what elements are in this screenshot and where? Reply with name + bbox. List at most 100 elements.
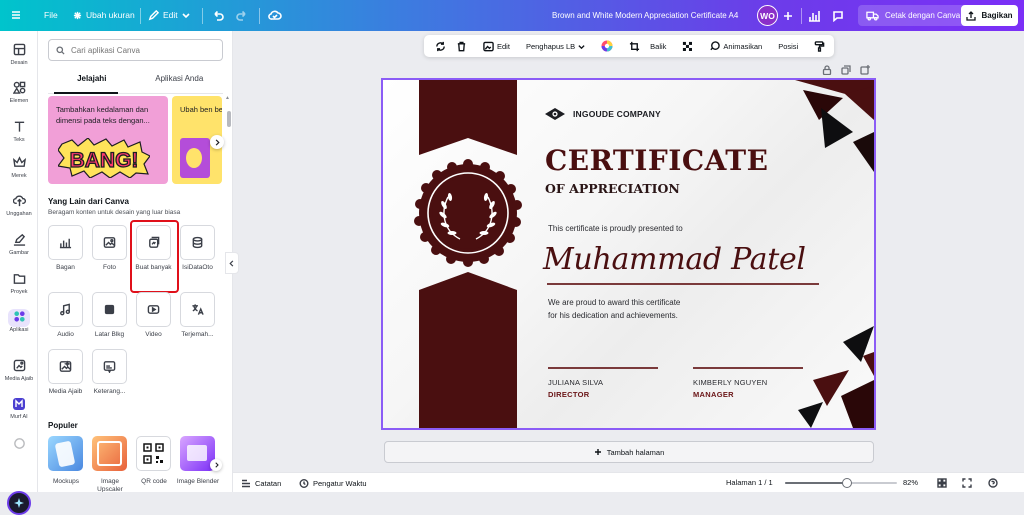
notes-button[interactable]: Catatan (241, 478, 281, 488)
certificate-subtitle[interactable]: OF APPRECIATION (545, 181, 680, 196)
signatory-2-role[interactable]: MANAGER (693, 390, 734, 399)
rail-item-murf-ai[interactable]: Murf AI (0, 396, 38, 420)
app-tile-autofill[interactable]: IsiDataOto (180, 225, 215, 272)
document-title[interactable]: Brown and White Modern Appreciation Cert… (552, 11, 738, 20)
app-tile-captions[interactable]: Keterang... (92, 349, 127, 396)
company-name[interactable]: INGOUDE COMPANY (545, 108, 661, 120)
certificate-title[interactable]: CERTIFICATE (545, 144, 768, 177)
position-button[interactable]: Posisi (773, 42, 803, 51)
rail-label: Teks (13, 137, 25, 143)
crop-button[interactable] (624, 41, 645, 52)
share-icon (966, 10, 977, 21)
app-tile-translate[interactable]: Terjemah... (180, 292, 215, 339)
app-label: Image Upscaler (97, 478, 123, 492)
zoom-slider-thumb[interactable] (841, 478, 852, 488)
app-thumb-image-upscaler[interactable] (92, 436, 127, 471)
app-thumb-qr-code[interactable] (136, 436, 171, 471)
flip-button[interactable]: Balik (645, 42, 671, 51)
undo-button[interactable] (206, 4, 230, 26)
recipient-name[interactable]: Muhammad Patel (543, 242, 806, 277)
tab-explore[interactable]: Jelajahi (48, 74, 136, 90)
chevron-right-icon (214, 462, 219, 468)
timer-button[interactable]: Pengatur Waktu (299, 478, 367, 488)
bg-remover-button[interactable]: Penghapus LB (521, 42, 590, 51)
file-menu[interactable]: File (38, 4, 64, 26)
rail-item-design[interactable]: Desain (0, 42, 38, 66)
promo-banner-text-depth[interactable]: Tambahkan kedalaman dan dimensi pada tek… (48, 96, 168, 184)
carousel-next-button[interactable] (210, 459, 222, 471)
search-input[interactable] (71, 45, 211, 55)
resize-button[interactable]: Ubah ukuran (67, 4, 141, 26)
search-box[interactable] (48, 39, 223, 61)
banner-art (186, 148, 202, 168)
chevron-down-icon (578, 44, 585, 49)
bar-chart-icon (809, 11, 820, 22)
award-text[interactable]: We are proud to award this certificate f… (548, 296, 768, 322)
avatar[interactable]: WO (757, 5, 778, 26)
text-icon (14, 121, 24, 132)
lock-icon[interactable] (822, 65, 832, 75)
rail-item-brand[interactable]: Merek (0, 155, 38, 179)
menu-button[interactable] (4, 4, 28, 26)
collapse-panel-button[interactable] (225, 252, 239, 274)
app-thumb-mockups[interactable] (48, 436, 83, 471)
signatory-2-name[interactable]: KIMBERLY NGUYEN (693, 378, 767, 387)
rail-label: Gambar (9, 250, 29, 256)
transparency-button[interactable] (677, 41, 698, 52)
zoom-slider[interactable] (785, 478, 897, 488)
rail-item-apps[interactable]: Aplikasi (0, 309, 38, 333)
edit-mode-button[interactable]: Edit (142, 4, 196, 26)
page-indicator[interactable]: Halaman 1 / 1 (726, 478, 773, 487)
scrollbar-thumb[interactable] (227, 111, 231, 127)
animate-button[interactable]: Animasikan (704, 40, 767, 52)
app-tile-audio[interactable]: Audio (48, 292, 83, 339)
rail-item-uploads[interactable]: Unggahan (0, 193, 38, 217)
copy-style-button[interactable] (809, 40, 830, 52)
insights-button[interactable] (802, 5, 826, 27)
app-tile-chart[interactable]: Bagan (48, 225, 83, 272)
fullscreen-button[interactable] (962, 478, 972, 488)
rail-item-more[interactable] (0, 436, 38, 454)
ribbon-top (419, 80, 517, 155)
print-with-canva-button[interactable]: Cetak dengan Canva (858, 5, 969, 26)
presented-text[interactable]: This certificate is proudly presented to (548, 224, 683, 233)
file-label: File (44, 10, 58, 20)
add-collaborator-button[interactable] (777, 5, 799, 27)
rail-item-draw[interactable]: Gambar (0, 232, 38, 256)
zoom-value[interactable]: 82% (903, 478, 918, 487)
blender-art (187, 445, 207, 461)
comments-button[interactable] (826, 5, 850, 27)
award-line-1: We are proud to award this certificate (548, 298, 681, 307)
grid-view-button[interactable] (937, 478, 947, 488)
signatory-1-role[interactable]: DIRECTOR (548, 390, 589, 399)
fullscreen-icon (962, 478, 972, 488)
carousel-next-button[interactable] (210, 135, 224, 149)
add-page-icon[interactable] (860, 65, 870, 75)
rail-item-elements[interactable]: Elemen (0, 80, 38, 104)
share-button[interactable]: Bagikan (961, 5, 1018, 26)
app-tile-video[interactable]: Video (136, 292, 171, 339)
magic-assistant-button[interactable] (7, 491, 31, 515)
add-page-button[interactable]: Tambah halaman (384, 441, 874, 463)
redo-button[interactable] (230, 4, 254, 26)
scroll-up-arrow[interactable]: ▲ (225, 95, 230, 101)
app-tile-background[interactable]: Latar Blkg (92, 292, 127, 339)
app-tile-magic-media[interactable]: Media Ajaib (48, 349, 83, 396)
cloud-save-button[interactable] (262, 4, 288, 26)
color-button[interactable] (596, 40, 618, 52)
divider (259, 8, 260, 24)
duplicate-icon[interactable] (841, 65, 851, 75)
shapes-icon (12, 81, 25, 94)
app-tile-photo[interactable]: Foto (92, 225, 127, 272)
edit-image-button[interactable]: Edit (478, 41, 515, 52)
page-tools (822, 65, 870, 75)
rail-item-projects[interactable]: Proyek (0, 271, 38, 295)
tab-your-apps[interactable]: Aplikasi Anda (136, 74, 224, 90)
rail-item-text[interactable]: Teks (0, 119, 38, 143)
replace-button[interactable] (430, 41, 451, 52)
rail-item-magic-media[interactable]: Media Ajaib (0, 358, 38, 382)
delete-button[interactable] (451, 41, 472, 52)
certificate-canvas[interactable]: INGOUDE COMPANY CERTIFICATE OF APPRECIAT… (381, 78, 876, 430)
help-button[interactable] (988, 478, 998, 488)
signatory-1-name[interactable]: JULIANA SILVA (548, 378, 603, 387)
